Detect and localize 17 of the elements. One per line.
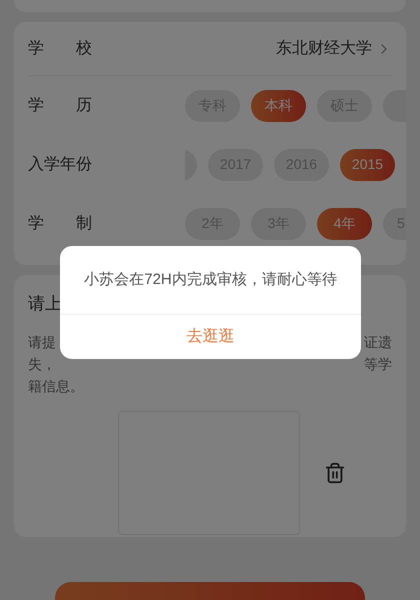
description-text: 请提 [28, 332, 56, 352]
field-label: 入学年份 [28, 154, 93, 174]
option-chip[interactable]: 本科 [251, 90, 306, 122]
dialog-message: 小苏会在72H内完成审核，请耐心等待 [83, 270, 338, 290]
description-text: 失， [28, 354, 56, 374]
field-label: 学 历 [28, 96, 93, 116]
field-label: 学 校 [28, 38, 92, 58]
field-label: 学 制 [28, 214, 93, 234]
description-text: 等学 [364, 354, 392, 374]
option-chip[interactable]: 4年 [317, 208, 372, 240]
description-text: 证遗 [364, 332, 392, 352]
section-title: 请上 [28, 293, 63, 315]
school-value[interactable]: 东北财经大学 [276, 36, 392, 60]
trash-icon[interactable] [324, 462, 346, 484]
option-chip[interactable]: 2015 [340, 148, 395, 180]
description-text: 籍信息。 [28, 376, 84, 396]
dialog-action[interactable]: 去逛逛 [60, 314, 361, 358]
